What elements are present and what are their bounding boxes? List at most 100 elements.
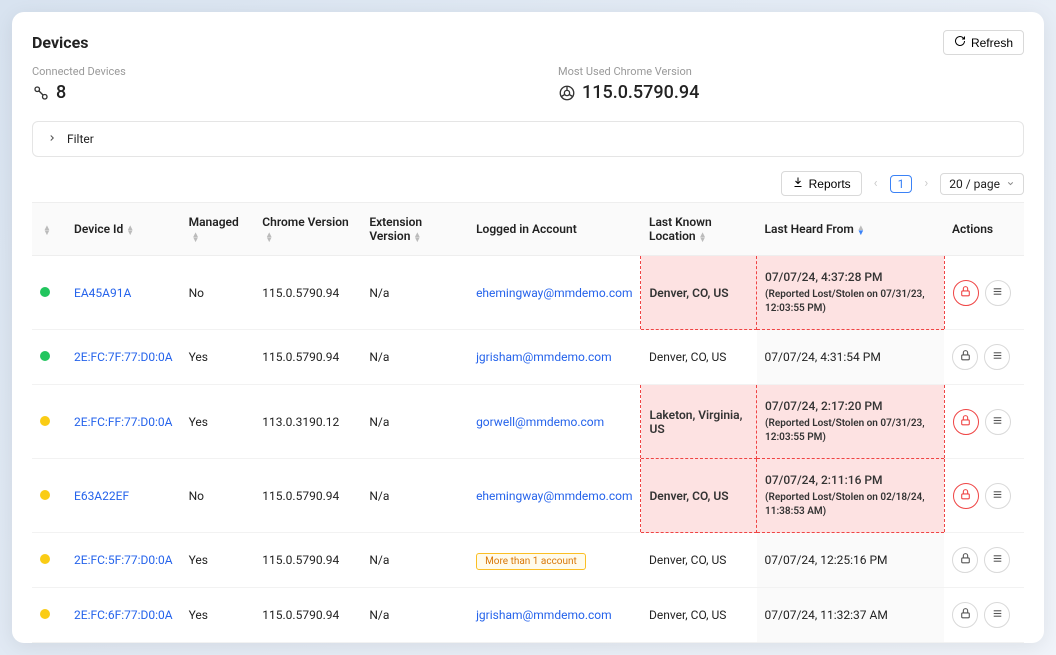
managed-cell: Yes	[181, 330, 255, 385]
menu-icon	[991, 552, 1004, 568]
chrome-version-cell: 115.0.5790.94	[254, 533, 361, 588]
location-cell: Denver, CO, US	[641, 588, 757, 643]
table-row: E63A22EFNo115.0.5790.94N/aehemingway@mmd…	[32, 459, 1024, 533]
account-cell: ehemingway@mmdemo.com	[468, 459, 641, 533]
lock-button[interactable]	[953, 483, 979, 509]
reports-label: Reports	[809, 177, 851, 191]
actions-cell	[944, 385, 1024, 459]
col-managed[interactable]: Managed▲▼	[181, 203, 255, 256]
status-dot	[40, 351, 50, 361]
chrome-icon	[558, 84, 576, 102]
extension-version-cell: N/a	[361, 330, 468, 385]
managed-cell: Yes	[181, 533, 255, 588]
device-id-link[interactable]: 2E:FC:7F:77:D0:0A	[74, 350, 173, 364]
managed-cell: Yes	[181, 385, 255, 459]
more-button[interactable]	[985, 409, 1011, 435]
more-button[interactable]	[985, 483, 1011, 509]
account-link[interactable]: gorwell@mmdemo.com	[476, 415, 604, 429]
last-heard-cell: 07/07/24, 2:17:20 PM(Reported Lost/Stole…	[757, 385, 944, 459]
actions-cell	[944, 256, 1024, 330]
account-cell: jgrisham@mmdemo.com	[468, 588, 641, 643]
status-dot	[40, 609, 50, 619]
account-link[interactable]: ehemingway@mmdemo.com	[476, 489, 632, 503]
col-logged-in[interactable]: Logged in Account	[468, 203, 641, 256]
lock-button[interactable]	[953, 280, 979, 306]
lock-icon	[959, 552, 972, 568]
col-last-heard[interactable]: Last Heard From▲▼	[757, 203, 944, 256]
last-heard-cell: 07/07/24, 12:25:16 PM	[757, 533, 944, 588]
location-cell: Denver, CO, US	[641, 459, 757, 533]
devices-card: Devices Refresh Connected Devices 8 Most…	[12, 12, 1044, 643]
account-cell: ehemingway@mmdemo.com	[468, 256, 641, 330]
account-cell: More than 1 account	[468, 533, 641, 588]
reported-note: (Reported Lost/Stolen on 07/31/23, 12:03…	[765, 417, 935, 444]
more-button[interactable]	[984, 602, 1010, 628]
account-link[interactable]: jgrisham@mmdemo.com	[476, 608, 612, 622]
actions-cell	[944, 588, 1024, 643]
chrome-version-cell: 115.0.5790.94	[254, 256, 361, 330]
page-size-select[interactable]: 20 / page	[940, 173, 1024, 195]
download-icon	[792, 176, 804, 191]
last-heard-cell: 07/07/24, 4:31:54 PM	[757, 330, 944, 385]
stat-chrome-label: Most Used Chrome Version	[558, 65, 1024, 78]
lock-button[interactable]	[952, 602, 978, 628]
actions-cell	[944, 533, 1024, 588]
col-status[interactable]: ▲▼	[32, 203, 66, 256]
location-cell: Denver, CO, US	[641, 256, 757, 330]
page-size-label: 20 / page	[949, 177, 1000, 191]
col-device-id[interactable]: Device Id▲▼	[66, 203, 181, 256]
lock-icon	[959, 607, 972, 623]
chevron-down-icon	[1006, 177, 1015, 191]
chevron-right-icon	[47, 132, 57, 146]
col-chrome-version[interactable]: Chrome Version▲▼	[254, 203, 361, 256]
managed-cell: No	[181, 256, 255, 330]
multi-account-badge: More than 1 account	[476, 553, 586, 570]
stats-row: Connected Devices 8 Most Used Chrome Ver…	[32, 65, 1024, 103]
more-button[interactable]	[984, 547, 1010, 573]
refresh-label: Refresh	[971, 36, 1013, 50]
account-link[interactable]: jgrisham@mmdemo.com	[476, 350, 612, 364]
status-dot	[40, 554, 50, 564]
menu-icon	[991, 414, 1004, 430]
stat-connected-label: Connected Devices	[32, 65, 498, 78]
actions-cell	[944, 330, 1024, 385]
more-button[interactable]	[984, 344, 1010, 370]
filter-toggle[interactable]: Filter	[32, 121, 1024, 157]
chrome-version-cell: 115.0.5790.94	[254, 459, 361, 533]
lock-button[interactable]	[953, 409, 979, 435]
device-id-link[interactable]: 2E:FC:5F:77:D0:0A	[74, 553, 173, 567]
account-link[interactable]: ehemingway@mmdemo.com	[476, 286, 632, 300]
table-row: 2E:FC:5F:77:D0:0A Yes115.0.5790.94N/a More…	[32, 533, 1024, 588]
more-button[interactable]	[985, 280, 1011, 306]
device-id-link[interactable]: 2E:FC:6F:77:D0:0A	[74, 608, 173, 622]
table-row: 2E:FC:7F:77:D0:0A Yes115.0.5790.94N/a jgri…	[32, 330, 1024, 385]
col-extension-version[interactable]: Extension Version▲▼	[361, 203, 468, 256]
extension-version-cell: N/a	[361, 256, 468, 330]
table-row: EA45A91A No115.0.5790.94N/a ehemingway@mmd…	[32, 256, 1024, 330]
filter-label: Filter	[67, 132, 94, 146]
extension-version-cell: N/a	[361, 459, 468, 533]
extension-version-cell: N/a	[361, 533, 468, 588]
page-title: Devices	[32, 33, 88, 52]
refresh-button[interactable]: Refresh	[943, 30, 1024, 55]
account-cell: jgrisham@mmdemo.com	[468, 330, 641, 385]
status-dot	[40, 287, 50, 297]
pager-next[interactable]: ›	[922, 176, 930, 191]
lock-icon	[959, 414, 972, 430]
reported-note: (Reported Lost/Stolen on 07/31/23, 12:03…	[765, 288, 935, 315]
col-last-location[interactable]: Last Known Location▲▼	[641, 203, 757, 256]
reports-button[interactable]: Reports	[781, 171, 862, 196]
status-dot	[40, 490, 50, 500]
last-heard-cell: 07/07/24, 2:11:16 PM(Reported Lost/Stole…	[757, 459, 944, 533]
location-cell: Denver, CO, US	[641, 533, 757, 588]
actions-cell	[944, 459, 1024, 533]
pager-current[interactable]: 1	[890, 175, 913, 193]
lock-button[interactable]	[952, 547, 978, 573]
chrome-version-cell: 115.0.5790.94	[254, 330, 361, 385]
device-id-link[interactable]: E63A22EF	[74, 489, 129, 503]
pager-prev[interactable]: ‹	[872, 176, 880, 191]
lock-icon	[959, 488, 972, 504]
lock-button[interactable]	[952, 344, 978, 370]
device-id-link[interactable]: 2E:FC:FF:77:D0:0A	[74, 415, 172, 429]
device-id-link[interactable]: EA45A91A	[74, 286, 131, 300]
